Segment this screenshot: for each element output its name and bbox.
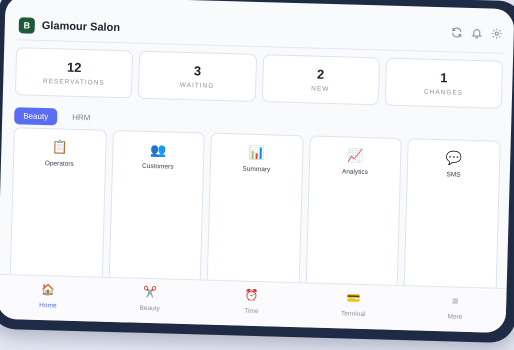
nav-label: Home bbox=[39, 301, 57, 310]
tablet-frame: B Glamour Salon 12 RESERVATIONS 3 WAITIN… bbox=[0, 0, 514, 344]
module-tabs: Beauty HRM bbox=[14, 107, 100, 126]
tile-summary[interactable]: 📊 Summary bbox=[206, 132, 304, 288]
tile-sms[interactable]: 💬 SMS bbox=[403, 138, 501, 293]
tile-label: SMS bbox=[446, 171, 461, 179]
module-tiles: 📋 Operators 👥 Customers 📊 Summary 📈 Anal… bbox=[9, 127, 501, 293]
nav-item-terminal[interactable]: 💳 Terminal bbox=[302, 283, 405, 330]
app-header: B Glamour Salon bbox=[16, 11, 505, 54]
bar-chart-icon: 📊 bbox=[248, 144, 266, 161]
nav-label: More bbox=[447, 313, 463, 321]
nav-item-time[interactable]: ⏰ Time bbox=[200, 280, 303, 327]
stat-card-new[interactable]: 2 NEW bbox=[261, 54, 380, 106]
app-title: Glamour Salon bbox=[41, 19, 121, 35]
nav-item-beauty[interactable]: ✂️ Beauty bbox=[98, 278, 201, 325]
tab-hrm[interactable]: HRM bbox=[63, 109, 100, 127]
home-icon: 🏠 bbox=[41, 284, 56, 297]
tile-analytics[interactable]: 📈 Analytics bbox=[305, 135, 403, 290]
stat-label: WAITING bbox=[179, 81, 215, 90]
stat-value: 2 bbox=[316, 66, 325, 82]
stat-value: 12 bbox=[66, 59, 82, 76]
stat-label: RESERVATIONS bbox=[42, 77, 105, 87]
app-screen: B Glamour Salon 12 RESERVATIONS 3 WAITIN… bbox=[0, 0, 514, 334]
card-icon: 💳 bbox=[346, 292, 361, 305]
gear-icon[interactable] bbox=[490, 26, 504, 40]
tab-beauty[interactable]: Beauty bbox=[14, 107, 58, 126]
nav-item-home[interactable]: 🏠 Home bbox=[0, 275, 100, 322]
stat-value: 1 bbox=[440, 70, 448, 86]
scissors-icon: ✂️ bbox=[143, 286, 158, 300]
stats-row: 12 RESERVATIONS 3 WAITING 2 NEW 1 CHANGE… bbox=[14, 47, 504, 109]
tile-operators[interactable]: 📋 Operators bbox=[9, 127, 107, 282]
nav-label: Beauty bbox=[139, 304, 160, 313]
people-icon: 👥 bbox=[149, 142, 167, 158]
stat-label: CHANGES bbox=[423, 88, 464, 97]
nav-label: Time bbox=[244, 307, 259, 316]
trend-chart-icon: 📈 bbox=[347, 147, 364, 163]
nav-label: Terminal bbox=[340, 310, 366, 319]
tile-label: Operators bbox=[44, 160, 74, 168]
stat-label: NEW bbox=[311, 85, 330, 93]
header-actions bbox=[450, 25, 504, 41]
app-logo: B bbox=[18, 17, 36, 34]
tile-label: Customers bbox=[141, 162, 174, 171]
nav-item-more[interactable]: ≡ More bbox=[404, 286, 507, 333]
tile-label: Analytics bbox=[341, 168, 369, 177]
speech-bubble-icon: 💬 bbox=[445, 150, 463, 166]
tile-customers[interactable]: 👥 Customers bbox=[108, 129, 206, 285]
stat-card-reservations[interactable]: 12 RESERVATIONS bbox=[14, 47, 134, 99]
clipboard-icon: 📋 bbox=[51, 139, 69, 155]
tile-label: Summary bbox=[242, 165, 271, 174]
refresh-icon[interactable] bbox=[450, 25, 464, 39]
menu-icon: ≡ bbox=[451, 295, 459, 308]
stat-value: 3 bbox=[193, 63, 202, 79]
stat-card-changes[interactable]: 1 CHANGES bbox=[384, 57, 504, 109]
bell-icon[interactable] bbox=[470, 26, 484, 40]
alarm-clock-icon: ⏰ bbox=[244, 289, 259, 303]
stat-card-waiting[interactable]: 3 WAITING bbox=[138, 50, 257, 102]
